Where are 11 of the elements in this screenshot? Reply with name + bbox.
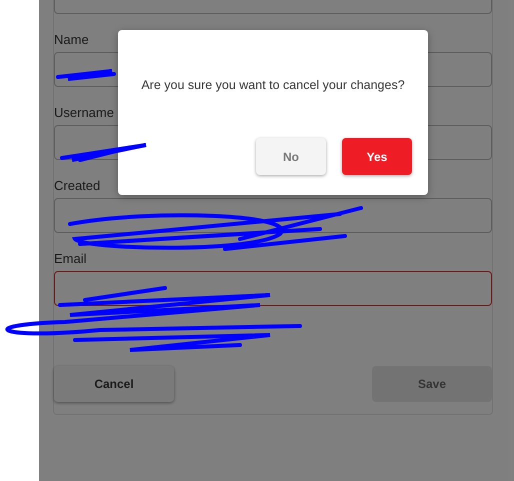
input-field[interactable] <box>54 198 492 233</box>
field-label: Email <box>54 250 88 268</box>
no-button[interactable]: No <box>256 138 326 175</box>
field-label: Username <box>54 104 115 122</box>
dialog-message: Are you sure you want to cancel your changes? <box>140 77 406 94</box>
scribble-drawing <box>56 68 118 82</box>
input-field[interactable] <box>54 271 492 306</box>
field-label: Created <box>54 177 102 195</box>
yes-button[interactable]: Yes <box>342 138 412 175</box>
cancel-button[interactable]: Cancel <box>54 366 174 402</box>
field-label: Name <box>54 31 90 49</box>
